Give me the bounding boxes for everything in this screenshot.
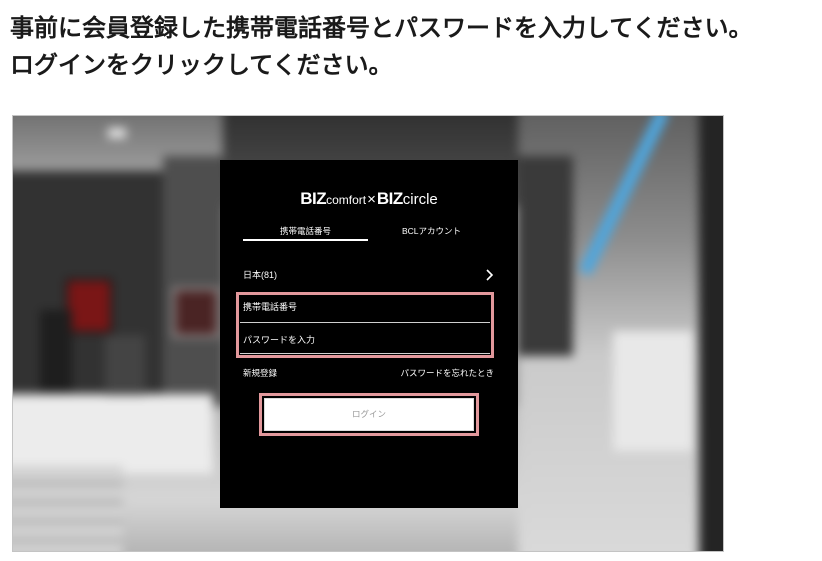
bg-chair-stack [40, 310, 72, 392]
bg-stool [105, 335, 145, 395]
logo-biz-1: BIZ [300, 189, 327, 208]
bg-red-artwork [65, 278, 113, 334]
login-button[interactable]: ログイン [264, 398, 474, 431]
tab-bcl-account[interactable]: BCLアカウント [368, 224, 495, 240]
instruction-text: 事前に会員登録した携帯電話番号とパスワードを入力してください。 ログインをクリッ… [10, 10, 816, 84]
instruction-line-1: 事前に会員登録した携帯電話番号とパスワードを入力してください。 [10, 14, 753, 42]
brand-logo: BIZcomfort×BIZcircle [220, 188, 518, 211]
forgot-password-link[interactable]: パスワードを忘れたとき [400, 366, 494, 380]
bg-counter [13, 394, 213, 474]
bg-mid-wall [163, 156, 225, 416]
chevron-right-icon [485, 268, 495, 282]
country-code-selector[interactable]: 日本(81) [243, 268, 495, 282]
country-code-label: 日本(81) [243, 270, 278, 280]
instruction-line-2: ログインをクリックしてください。 [10, 51, 393, 79]
bg-dark-artwork [173, 288, 219, 337]
logo-circle: circle [402, 191, 438, 208]
password-input[interactable] [240, 330, 490, 354]
login-panel: BIZcomfort×BIZcircle 携帯電話番号 BCLアカウント 日本(… [220, 160, 518, 508]
logo-biz-2: BIZ [376, 189, 403, 208]
bg-dark-partition [518, 156, 573, 356]
bg-ceiling-light [108, 128, 126, 138]
register-link[interactable]: 新規登録 [243, 366, 277, 380]
login-screenshot: BIZcomfort×BIZcircle 携帯電話番号 BCLアカウント 日本(… [12, 115, 724, 552]
phone-number-input[interactable] [240, 298, 490, 323]
bg-pillar [699, 116, 723, 551]
logo-comfort: comfort [326, 193, 367, 207]
logo-separator: × [367, 191, 376, 208]
bg-glass-wall [613, 331, 693, 451]
tab-phone-number[interactable]: 携帯電話番号 [243, 224, 368, 240]
bg-shelves [13, 466, 123, 551]
active-tab-indicator [243, 239, 368, 241]
